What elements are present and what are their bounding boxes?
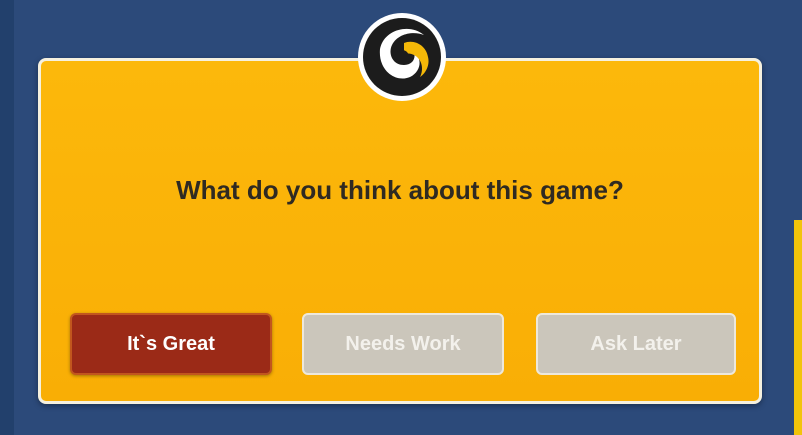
ask-later-button[interactable]: Ask Later [536, 313, 736, 375]
background-right-strip [794, 220, 802, 435]
needs-work-button[interactable]: Needs Work [302, 313, 504, 375]
background-left-band [0, 0, 14, 435]
its-great-button[interactable]: It`s Great [70, 313, 272, 375]
swirl-logo-icon [354, 9, 450, 105]
dialog-question: What do you think about this game? [176, 175, 624, 205]
